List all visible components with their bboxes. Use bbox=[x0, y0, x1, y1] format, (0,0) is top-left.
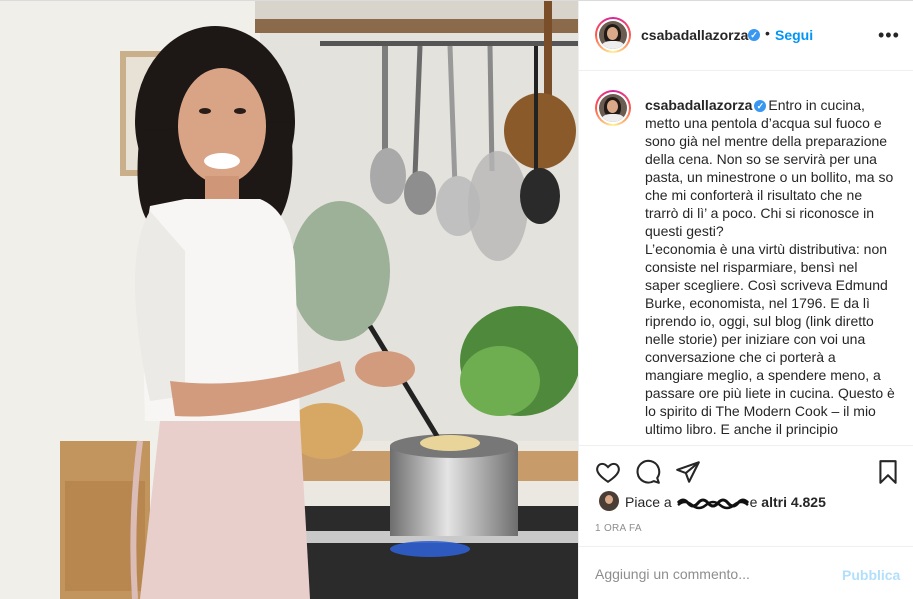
likes-summary[interactable]: Piace a e altri 4.825 bbox=[595, 491, 900, 513]
heart-icon[interactable] bbox=[595, 459, 621, 485]
separator-dot: • bbox=[765, 25, 770, 41]
verified-badge-icon: ✓ bbox=[748, 29, 760, 41]
verified-badge-icon: ✓ bbox=[754, 100, 767, 113]
post-timestamp[interactable]: 1 ora fa bbox=[595, 523, 642, 534]
likes-text: Piace a e altri 4.825 bbox=[625, 494, 826, 510]
caption-avatar[interactable] bbox=[595, 90, 631, 126]
share-icon[interactable] bbox=[675, 459, 701, 485]
comment-box: Pubblica bbox=[579, 546, 913, 599]
caption: csabadallazorza ✓ Entro in cucina, metto u… bbox=[645, 96, 895, 438]
comment-icon[interactable] bbox=[635, 459, 661, 485]
publish-button[interactable]: Pubblica bbox=[842, 567, 900, 583]
avatar[interactable] bbox=[595, 17, 631, 53]
likes-others-count[interactable]: altri 4.825 bbox=[761, 494, 826, 510]
instagram-post: csabadallazorza ✓ • Segui ••• csabadalla… bbox=[0, 0, 913, 599]
header-username[interactable]: csabadallazorza bbox=[641, 27, 748, 43]
profile-picture bbox=[599, 94, 627, 122]
redacted-name-scribble bbox=[676, 498, 749, 510]
profile-picture bbox=[599, 21, 627, 49]
caption-section[interactable]: csabadallazorza ✓ Entro in cucina, metto u… bbox=[579, 72, 913, 445]
kitchen-photo-illustration bbox=[0, 1, 578, 599]
caption-text: Entro in cucina, metto una pentola d’acq… bbox=[645, 97, 895, 437]
post-header: csabadallazorza ✓ • Segui ••• bbox=[579, 1, 913, 71]
likes-connector: e bbox=[749, 494, 758, 510]
follow-button[interactable]: Segui bbox=[775, 27, 813, 43]
post-photo[interactable] bbox=[0, 1, 578, 599]
post-side-panel: csabadallazorza ✓ • Segui ••• csabadalla… bbox=[578, 1, 913, 599]
more-options-icon[interactable]: ••• bbox=[878, 25, 899, 45]
action-bar bbox=[579, 445, 913, 495]
bookmark-icon[interactable] bbox=[875, 459, 901, 485]
caption-username[interactable]: csabadallazorza bbox=[645, 97, 752, 113]
liker-avatar bbox=[599, 491, 619, 511]
comment-input[interactable] bbox=[595, 564, 835, 584]
likes-prefix: Piace a bbox=[625, 494, 672, 510]
